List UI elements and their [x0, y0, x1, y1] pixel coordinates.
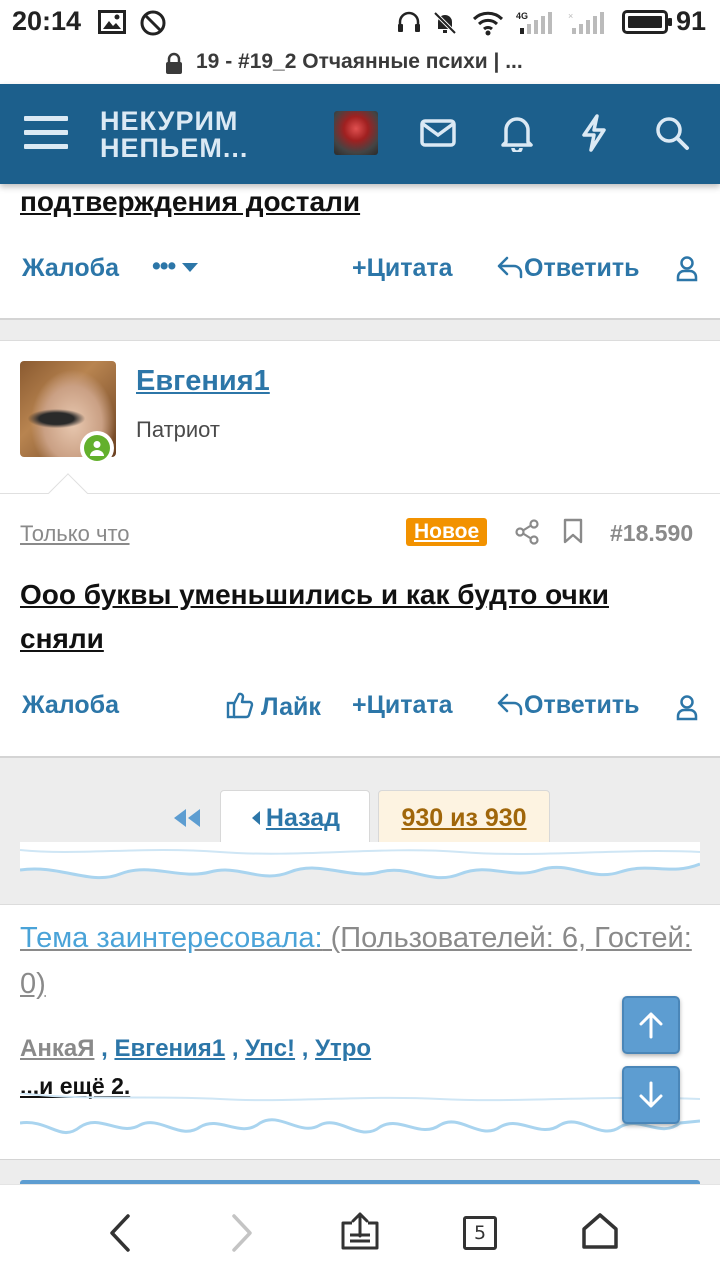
mute-notifications-icon: [433, 11, 457, 35]
reply-label: Ответить: [524, 691, 640, 719]
quote-button[interactable]: +Цитата: [352, 254, 453, 283]
plus-icon: +: [352, 691, 367, 719]
svg-text:×: ×: [568, 11, 573, 21]
signal-no-service-icon: ×: [568, 11, 604, 34]
like-label: Лайк: [260, 693, 321, 721]
viewer-name[interactable]: Утро: [315, 1035, 371, 1062]
viewer-separator: ,: [295, 1035, 316, 1062]
viewer-separator: ,: [225, 1035, 246, 1062]
home-icon[interactable]: [580, 1211, 620, 1251]
quote-button[interactable]: +Цитата: [352, 691, 453, 720]
logo-line-1: НЕКУРИМ: [100, 106, 239, 136]
viewer-name[interactable]: Упс!: [245, 1035, 295, 1062]
viewer-name[interactable]: АнкаЯ: [20, 1035, 94, 1062]
tabs-button[interactable]: 5: [463, 1216, 497, 1250]
scroll-to-bottom-button[interactable]: [622, 1066, 680, 1124]
scroll-to-top-button[interactable]: [622, 996, 680, 1054]
reply-icon: [497, 693, 523, 716]
like-button[interactable]: Лайк: [226, 691, 321, 722]
quote-label: Цитата: [366, 254, 453, 282]
more-dots: •••: [152, 252, 176, 280]
thumbs-up-icon: [226, 692, 254, 719]
mail-icon[interactable]: [420, 118, 456, 148]
wifi-icon: [472, 11, 504, 36]
post-text: подтверждения достали: [20, 186, 361, 217]
bookmark-icon[interactable]: [563, 518, 583, 544]
user-icon[interactable]: [676, 256, 698, 282]
reply-button[interactable]: Ответить: [496, 254, 640, 283]
viewers-heading-link[interactable]: Тема заинтересовала:: [20, 922, 323, 954]
menu-icon[interactable]: [24, 113, 68, 153]
share-icon[interactable]: [514, 519, 540, 545]
post-date[interactable]: Только что: [20, 521, 130, 547]
back-icon[interactable]: [106, 1213, 134, 1253]
pagination-area: Назад 930 из 930: [0, 758, 720, 904]
torn-edge: [20, 842, 700, 880]
post-number[interactable]: #18.590: [610, 520, 693, 547]
forward-icon[interactable]: [228, 1213, 256, 1253]
viewer-name[interactable]: Евгения1: [114, 1035, 225, 1062]
bell-icon[interactable]: [500, 114, 534, 152]
post-text: Ооо буквы уменьшились и как будто очки с…: [20, 579, 609, 654]
battery-icon: [622, 10, 672, 34]
more-options-button[interactable]: •••: [152, 252, 199, 281]
search-icon[interactable]: [654, 115, 690, 151]
chevron-down-icon: [182, 263, 199, 273]
post: Евгения1 Патриот Только что Новое #18.59…: [0, 340, 720, 758]
user-avatar[interactable]: [334, 111, 378, 155]
headset-icon: [398, 11, 420, 32]
caret-left-icon: [251, 811, 260, 825]
previous-post: подтверждения достали Жалоба ••• +Цитата…: [0, 184, 720, 320]
prev-page-label: Назад: [265, 803, 341, 832]
reply-icon: [497, 256, 523, 279]
report-link[interactable]: Жалоба: [22, 691, 119, 720]
arrow-up-icon: [639, 1012, 663, 1039]
user-icon[interactable]: [676, 695, 698, 721]
logo-line-2: НЕПЬЕМ...: [100, 133, 249, 163]
author-name[interactable]: Евгения1: [136, 365, 270, 398]
svg-text:4G: 4G: [516, 11, 528, 21]
lock-icon: [166, 52, 182, 74]
viewers-heading: Тема заинтересовала: (Пользователей: 6, …: [20, 915, 700, 1007]
site-header: НЕКУРИМ НЕПЬЕМ...: [0, 84, 720, 184]
quote-label: Цитата: [366, 691, 453, 719]
signal-4g-icon: 4G: [516, 11, 552, 34]
online-status-icon: [80, 431, 114, 465]
gallery-icon: [98, 10, 126, 34]
lightning-icon[interactable]: [580, 114, 608, 152]
viewers-list: АнкаЯ , Евгения1 , Упс! , Утро: [20, 1035, 371, 1063]
topic-viewers: Тема заинтересовала: (Пользователей: 6, …: [0, 904, 720, 1160]
report-link[interactable]: Жалоба: [22, 254, 119, 283]
author-title: Патриот: [136, 417, 220, 442]
arrow-down-icon: [639, 1081, 663, 1108]
browser-toolbar: 5: [0, 1184, 720, 1280]
battery-level: 91: [676, 6, 707, 36]
viewer-separator: ,: [94, 1035, 115, 1062]
reply-button[interactable]: Ответить: [496, 691, 640, 720]
prev-page-button[interactable]: Назад: [220, 790, 370, 846]
author-pointer: [48, 473, 88, 513]
post-separator: [0, 320, 720, 340]
reply-label: Ответить: [524, 254, 640, 282]
torn-edge: [20, 1093, 700, 1134]
online-user-icon: [90, 441, 104, 456]
page-title[interactable]: 19 - #19_2 Отчаянные психи | ...: [196, 50, 523, 74]
divider: [0, 493, 720, 494]
do-not-disturb-icon: [140, 10, 166, 36]
site-logo[interactable]: НЕКУРИМ НЕПЬЕМ...: [100, 108, 248, 162]
new-badge: Новое: [406, 518, 488, 546]
share-page-icon[interactable]: [340, 1211, 380, 1251]
status-bar: 20:14 4G × 91: [0, 0, 720, 44]
status-time: 20:14: [12, 6, 82, 36]
plus-icon: +: [352, 254, 367, 282]
first-page-icon[interactable]: [172, 808, 202, 828]
page-indicator[interactable]: 930 из 930: [378, 790, 550, 846]
